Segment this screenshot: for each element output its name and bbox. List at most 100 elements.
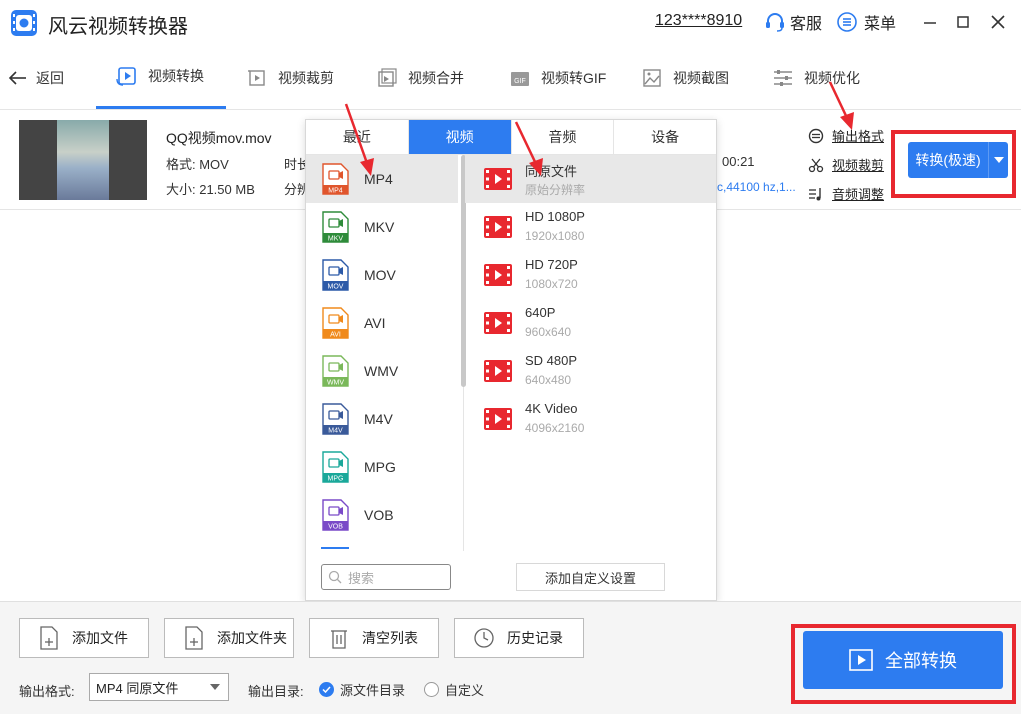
minimize-button[interactable] xyxy=(918,10,942,34)
output-dir-label: 输出目录: xyxy=(248,684,304,699)
resolution-name: 同原文件 xyxy=(525,164,578,179)
tab-video-optimize[interactable]: 视频优化 xyxy=(772,46,860,109)
history-button[interactable]: 历史记录 xyxy=(454,618,584,658)
convert-label: 转换(极速) xyxy=(915,152,981,168)
add-custom-setting-button[interactable]: 添加自定义设置 xyxy=(516,563,665,591)
add-file-button[interactable]: 添加文件 xyxy=(19,618,149,658)
video-file-icon: M4V xyxy=(322,403,349,435)
format-name: VOB xyxy=(364,507,394,523)
film-icon xyxy=(484,264,512,286)
video-file-icon: MP4 xyxy=(322,163,349,195)
resolution-dimensions: 原始分辨率 xyxy=(525,183,586,197)
format-search-input[interactable]: 搜索 xyxy=(321,564,451,590)
tab-recent[interactable]: 最近 xyxy=(306,120,409,154)
tab-video-merge[interactable]: 视频合并 xyxy=(376,46,464,109)
radio-checked-icon xyxy=(319,682,334,697)
menu-icon xyxy=(837,12,857,32)
search-placeholder: 搜索 xyxy=(348,570,375,586)
menu-label: 菜单 xyxy=(864,16,897,33)
format-item-vob[interactable]: VOB VOB xyxy=(306,491,458,539)
resolution-item[interactable]: HD 1080P 1920x1080 xyxy=(465,203,716,251)
file-format: 格式: MOV xyxy=(166,157,229,172)
tab-video-screenshot[interactable]: 视频截图 xyxy=(641,46,729,109)
format-item-mkv[interactable]: MKV MKV xyxy=(306,203,458,251)
resolution-dimensions: 640x480 xyxy=(525,373,572,387)
back-button[interactable]: 返回 xyxy=(8,68,64,88)
close-button[interactable] xyxy=(986,10,1010,34)
video-crop-link[interactable]: 视频裁剪 xyxy=(808,155,884,174)
custom-dir-radio[interactable]: 自定义 xyxy=(424,680,484,699)
maximize-button[interactable] xyxy=(951,10,975,34)
video-file-icon: AVI xyxy=(322,307,349,339)
user-account-link[interactable]: 123****8910 xyxy=(655,12,742,30)
resolution-dimensions: 960x640 xyxy=(525,325,572,339)
gif-icon: GIF xyxy=(511,71,529,86)
resolution-name: HD 1080P xyxy=(525,209,585,224)
audio-adjust-link[interactable]: 音频调整 xyxy=(808,184,884,203)
tab-video-to-gif[interactable]: GIF 视频转GIF xyxy=(509,46,606,109)
output-format-link[interactable]: 输出格式 xyxy=(808,126,884,145)
tab-label: 视频合并 xyxy=(408,69,464,86)
tab-device[interactable]: 设备 xyxy=(614,120,716,154)
tab-video[interactable]: 视频 xyxy=(408,120,512,154)
svg-text:MPG: MPG xyxy=(328,476,344,483)
convert-all-label: 全部转换 xyxy=(885,651,957,671)
headset-icon xyxy=(766,13,784,32)
clear-list-button[interactable]: 清空列表 xyxy=(309,618,439,658)
tab-video-crop[interactable]: 视频裁剪 xyxy=(246,46,334,109)
scissors-icon xyxy=(808,158,824,172)
tab-label: 视频截图 xyxy=(673,69,729,86)
minimize-icon xyxy=(924,22,936,24)
tab-audio[interactable]: 音频 xyxy=(512,120,615,154)
tab-video-convert[interactable]: 视频转换 xyxy=(96,46,226,109)
resolution-item[interactable]: 640P 960x640 xyxy=(465,299,716,347)
function-tabs: 返回 视频转换 视频裁剪 视频合并 GIF 视频转GIF 视频截图 视频优化 xyxy=(0,46,1021,110)
convert-button[interactable]: 转换(极速) xyxy=(908,142,1008,178)
resolution-dimensions: 1080x720 xyxy=(525,277,578,291)
svg-text:WMV: WMV xyxy=(327,380,344,387)
format-item-avi[interactable]: AVI AVI xyxy=(306,299,458,347)
format-name: AVI xyxy=(364,315,386,331)
file-audio-info: c,44100 hz,1... xyxy=(717,180,796,194)
menu-button[interactable]: 菜单 xyxy=(836,10,896,34)
video-thumbnail xyxy=(19,120,147,200)
customer-service-button[interactable]: 客服 xyxy=(764,10,822,34)
video-crop-icon xyxy=(248,69,265,86)
video-file-icon: MKV xyxy=(322,211,349,243)
format-icon xyxy=(808,128,824,143)
format-item-partial xyxy=(321,547,349,551)
convert-all-button[interactable]: 全部转换 xyxy=(803,631,1003,689)
resolution-item[interactable]: HD 720P 1080x720 xyxy=(465,251,716,299)
svg-text:MP4: MP4 xyxy=(328,188,343,195)
bottom-toolbar: 添加文件 添加文件夹 清空列表 历史记录 输出格式: MP4 同原文件 输出目录… xyxy=(0,601,1021,714)
output-format-select[interactable]: MP4 同原文件 xyxy=(89,673,229,701)
resolution-dimensions: 4096x2160 xyxy=(525,421,585,435)
resolution-item[interactable]: 4K Video 4096x2160 xyxy=(465,395,716,443)
sliders-icon xyxy=(774,69,792,86)
clock-icon xyxy=(474,628,494,648)
resolution-item[interactable]: 同原文件 原始分辨率 xyxy=(465,155,716,203)
convert-dropdown-arrow[interactable] xyxy=(989,157,1008,163)
output-format-value: MP4 同原文件 xyxy=(96,680,179,696)
tab-label: 视频裁剪 xyxy=(278,69,334,86)
source-dir-radio[interactable]: 源文件目录 xyxy=(319,680,405,699)
video-file-icon: WMV xyxy=(322,355,349,387)
back-label: 返回 xyxy=(36,70,64,86)
resolution-dimensions: 1920x1080 xyxy=(525,229,585,243)
svg-text:MKV: MKV xyxy=(328,236,344,243)
format-item-mp4[interactable]: MP4 MP4 xyxy=(306,155,458,203)
title-bar: 风云视频转换器 123****8910 客服 菜单 xyxy=(0,0,1021,44)
add-folder-button[interactable]: 添加文件夹 xyxy=(164,618,294,658)
format-item-m4v[interactable]: M4V M4V xyxy=(306,395,458,443)
music-icon xyxy=(809,187,821,200)
format-item-mpg[interactable]: MPG MPG xyxy=(306,443,458,491)
radio-unchecked-icon xyxy=(424,682,439,697)
format-list: MP4 MP4 MKV MKV MOV MOV AVI AVI WMV WMV M4V M4V MPG M… xyxy=(306,155,464,551)
format-item-wmv[interactable]: WMV WMV xyxy=(306,347,458,395)
resolution-name: SD 480P xyxy=(525,353,578,368)
tab-label: 视频转GIF xyxy=(541,69,607,86)
format-item-mov[interactable]: MOV MOV xyxy=(306,251,458,299)
film-icon xyxy=(484,408,512,430)
svg-text:M4V: M4V xyxy=(328,428,343,435)
resolution-item[interactable]: SD 480P 640x480 xyxy=(465,347,716,395)
